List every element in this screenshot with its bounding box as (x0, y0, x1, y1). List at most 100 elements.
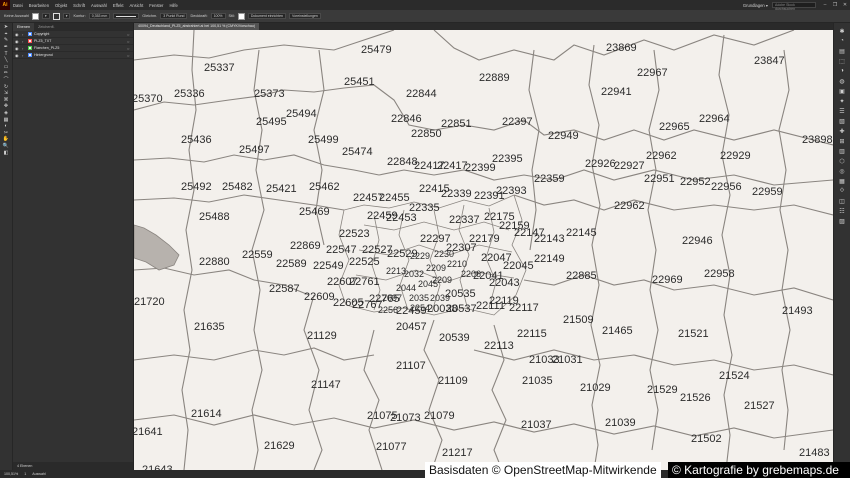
plz-label-21529[interactable]: 21529 (647, 384, 678, 396)
layer-row-copyright[interactable]: ◉ › Copyright ○ (13, 31, 133, 38)
plz-label-21107[interactable]: 21107 (396, 360, 426, 372)
layers-dock-icon[interactable]: ▥ (837, 147, 847, 155)
plz-label-2230[interactable]: 2230 (434, 249, 454, 259)
pen-tool-icon[interactable]: ✒ (2, 45, 11, 51)
plz-label-21521[interactable]: 21521 (678, 328, 709, 340)
plz-label-22045[interactable]: 22045 (503, 260, 534, 272)
plz-label-22969[interactable]: 22969 (652, 274, 683, 286)
plz-label-25469[interactable]: 25469 (299, 206, 330, 218)
layer-name[interactable]: Flaechen_PLZ5 (34, 46, 125, 50)
plz-label-2256[interactable]: 2256 (378, 305, 398, 315)
plz-label-21109[interactable]: 21109 (438, 375, 468, 387)
minimize-button[interactable]: – (820, 2, 830, 8)
plz-label-21526[interactable]: 21526 (680, 392, 711, 404)
plz-label-25436[interactable]: 25436 (181, 134, 212, 146)
plz-label-2035[interactable]: 2035 (409, 293, 429, 303)
plz-label-22761[interactable]: 22761 (349, 276, 380, 288)
plz-label-21035[interactable]: 21035 (522, 375, 553, 387)
navigator-icon[interactable]: ◎ (837, 167, 847, 175)
tab-zeichenflaechen[interactable]: Zeichenfl. (34, 23, 58, 31)
plz-label-25451[interactable]: 25451 (344, 76, 375, 88)
plz-label-22850[interactable]: 22850 (411, 128, 442, 140)
plz-label-25373[interactable]: 25373 (254, 88, 285, 100)
menu-effekt[interactable]: Effekt (110, 3, 127, 8)
plz-label-22946[interactable]: 22946 (682, 235, 713, 247)
shape-builder-tool-icon[interactable]: ◈ (2, 111, 11, 117)
plz-label-21629[interactable]: 21629 (264, 440, 295, 452)
graphic-styles-icon[interactable]: ◍ (837, 77, 847, 85)
layer-row-hintergrund[interactable]: ◉ › Hintergrund ○ (13, 52, 133, 59)
plz-label-2039[interactable]: 2039 (430, 293, 450, 303)
plz-label-21031[interactable]: 21031 (552, 354, 583, 366)
expand-arrow-icon[interactable]: › (22, 39, 26, 44)
plz-label-22395[interactable]: 22395 (492, 153, 523, 165)
color-icon[interactable]: ◔ (837, 37, 847, 45)
plz-label-22964[interactable]: 22964 (699, 113, 730, 125)
plz-label-2229[interactable]: 2229 (410, 251, 430, 261)
plz-label-22453[interactable]: 22453 (386, 212, 417, 224)
plz-label-23898[interactable]: 23898 (802, 134, 833, 146)
zoom-level[interactable]: 100,51% (4, 472, 18, 476)
swatches-icon[interactable]: ▤ (837, 47, 847, 55)
menu-bearbeiten[interactable]: Bearbeiten (26, 3, 52, 8)
plz-label-25421[interactable]: 25421 (266, 183, 297, 195)
hand-tool-icon[interactable]: ✋ (2, 137, 11, 143)
plz-label-2209[interactable]: 2209 (432, 275, 452, 285)
menu-auswahl[interactable]: Auswahl (88, 3, 110, 8)
brush-tool-icon[interactable]: ✏ (2, 71, 11, 77)
expand-arrow-icon[interactable]: › (22, 53, 26, 58)
visibility-eye-icon[interactable]: ◉ (15, 32, 20, 37)
rotate-tool-icon[interactable]: ↻ (2, 84, 11, 90)
plz-label-22959[interactable]: 22959 (752, 186, 783, 198)
plz-label-22523[interactable]: 22523 (339, 228, 370, 240)
plz-label-22880[interactable]: 22880 (199, 256, 230, 268)
plz-label-21129[interactable]: 21129 (307, 330, 337, 342)
plz-label-22885[interactable]: 22885 (566, 270, 597, 282)
plz-label-25482[interactable]: 25482 (222, 181, 253, 193)
plz-label-23847[interactable]: 23847 (754, 55, 785, 67)
fill-dropdown[interactable]: ▾ (41, 13, 50, 19)
plz-label-22111[interactable]: 22111 (476, 300, 505, 312)
plz-label-20038[interactable]: 20038 (427, 303, 458, 315)
menu-hilfe[interactable]: Hilfe (166, 3, 180, 8)
current-tool[interactable]: Auswahl (32, 472, 46, 476)
libraries-icon[interactable]: ☷ (837, 207, 847, 215)
doc-setup-button[interactable]: Dokument einrichten (247, 13, 286, 19)
layer-row-flaechen[interactable]: ◉ › Flaechen_PLZ5 ○ (13, 45, 133, 52)
plz-label-21079[interactable]: 21079 (424, 410, 455, 422)
plz-label-21077[interactable]: 21077 (376, 441, 407, 453)
pencil-tool-icon[interactable]: ✎ (2, 38, 11, 44)
plz-label-22525[interactable]: 22525 (349, 256, 380, 268)
layer-name[interactable]: Hintergrund (34, 53, 125, 57)
plz-label-21037[interactable]: 21037 (521, 419, 552, 431)
brush-dropdown[interactable]: 3 Punkt Rund (160, 13, 188, 19)
plz-label-25462[interactable]: 25462 (309, 181, 340, 193)
gradient-tool-icon[interactable]: ◐ (2, 124, 11, 130)
plz-label-22609[interactable]: 22609 (304, 291, 335, 303)
plz-label-25499[interactable]: 25499 (308, 134, 339, 146)
visibility-eye-icon[interactable]: ◉ (15, 46, 20, 51)
stroke-weight-field[interactable]: 0,353 mm (88, 13, 111, 19)
menu-ansicht[interactable]: Ansicht (127, 3, 147, 8)
plz-label-22844[interactable]: 22844 (406, 88, 437, 100)
close-button[interactable]: ✕ (840, 2, 850, 8)
selection-tool-icon[interactable]: ➤ (2, 25, 11, 31)
plz-label-22851[interactable]: 22851 (441, 118, 472, 130)
preferences-button[interactable]: Voreinstellungen (288, 13, 321, 19)
symbols-icon[interactable]: ◑ (837, 67, 847, 75)
plz-label-21502[interactable]: 21502 (691, 433, 722, 445)
fill-swatch[interactable] (31, 12, 39, 20)
plz-label-22339[interactable]: 22339 (441, 188, 472, 200)
line-tool-icon[interactable]: ╲ (2, 58, 11, 64)
plz-label-22846[interactable]: 22846 (391, 113, 422, 125)
plz-label-23869[interactable]: 23869 (606, 42, 637, 54)
layer-target-icon[interactable]: ○ (127, 32, 133, 37)
expand-arrow-icon[interactable]: › (22, 32, 26, 37)
plz-label-22927[interactable]: 22927 (614, 160, 645, 172)
plz-label-22929[interactable]: 22929 (720, 150, 751, 162)
plz-label-21039[interactable]: 21039 (605, 417, 636, 429)
graph-tool-icon[interactable]: ▦ (2, 117, 11, 123)
plz-label-25336[interactable]: 25336 (174, 88, 205, 100)
plz-label-25474[interactable]: 25474 (342, 146, 373, 158)
plz-label-22952[interactable]: 22952 (680, 176, 711, 188)
